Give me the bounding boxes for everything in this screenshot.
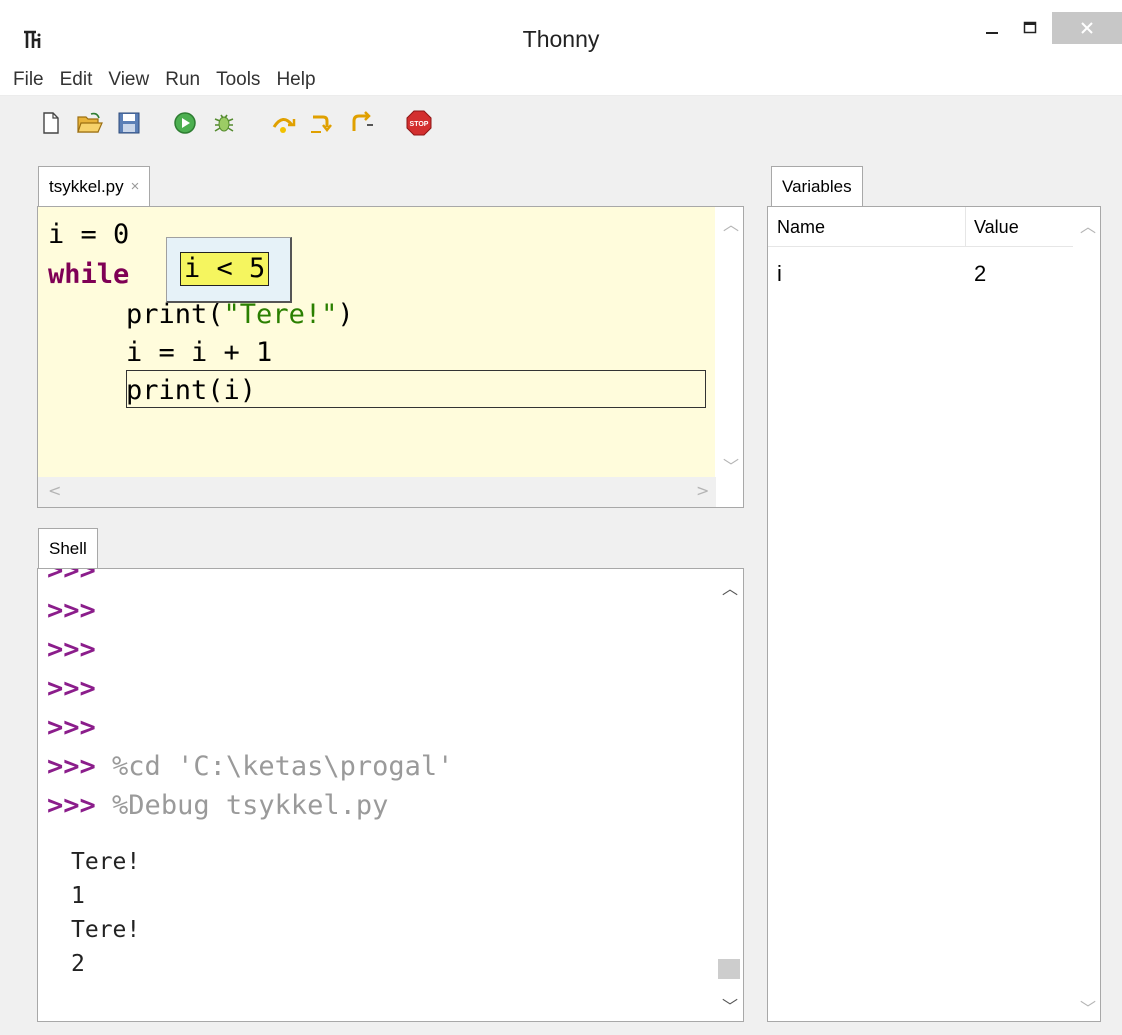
editor-horizontal-scrollbar[interactable]: < > xyxy=(38,477,716,507)
shell-prompt: >>> xyxy=(47,712,96,743)
shell-prompt: >>> xyxy=(47,673,96,704)
shell-panel[interactable]: >>> >>> >>> >>> >>> >>> %cd 'C:\ketas\pr… xyxy=(37,568,744,1022)
title-bar: Thonny xyxy=(0,12,1122,64)
open-folder-icon xyxy=(77,112,103,133)
stop-icon: STOP xyxy=(406,110,432,136)
variables-table-header: Name Value xyxy=(768,207,1073,247)
menu-file[interactable]: File xyxy=(0,69,52,91)
new-file-icon xyxy=(43,112,59,134)
column-separator[interactable] xyxy=(965,207,966,247)
code-line-3: print("Tere!") xyxy=(126,299,354,330)
new-file-button[interactable] xyxy=(38,110,64,136)
menu-help[interactable]: Help xyxy=(268,69,323,91)
shell-output: 1 xyxy=(71,883,85,909)
menu-tools[interactable]: Tools xyxy=(208,69,268,91)
shell-output: Tere! xyxy=(71,917,141,943)
run-button[interactable] xyxy=(172,110,198,136)
menu-view[interactable]: View xyxy=(100,69,157,91)
scroll-up-icon[interactable]: ︿ xyxy=(1080,213,1096,237)
tab-label: Variables xyxy=(782,176,852,196)
step-into-icon xyxy=(311,115,332,133)
column-header-value[interactable]: Value xyxy=(974,217,1019,238)
variables-panel: Name Value i 2 ︿ ﹀ xyxy=(767,206,1101,1022)
close-icon xyxy=(1081,22,1093,34)
tab-shell[interactable]: Shell xyxy=(38,528,98,568)
stop-label: STOP xyxy=(410,121,429,128)
debug-icon xyxy=(214,114,234,132)
scroll-right-icon[interactable]: > xyxy=(696,481,709,500)
shell-vertical-scrollbar[interactable]: ︿ ﹀ xyxy=(715,569,743,1021)
minimize-icon xyxy=(986,32,998,34)
expression-evaluation-box: i < 5 xyxy=(166,237,292,303)
shell-command-line: >>> %Debug tsykkel.py xyxy=(47,790,389,821)
thonny-window: Thonny File Edit View Run Tools Help STO… xyxy=(0,12,1122,1035)
step-over-icon xyxy=(272,118,296,133)
shell-command: %Debug tsykkel.py xyxy=(112,790,389,821)
variable-name: i xyxy=(777,261,782,286)
close-button[interactable] xyxy=(1052,12,1122,44)
evaluated-expression: i < 5 xyxy=(180,252,270,286)
menu-run[interactable]: Run xyxy=(157,69,208,91)
shell-scroll-thumb[interactable] xyxy=(718,959,740,979)
maximize-button[interactable] xyxy=(1013,12,1047,44)
run-icon xyxy=(174,112,196,134)
scroll-up-icon[interactable]: ︿ xyxy=(723,211,739,235)
scroll-up-icon[interactable]: ︿ xyxy=(722,575,738,599)
table-row[interactable]: i 2 xyxy=(768,257,1073,293)
tab-tsykkel-py[interactable]: tsykkel.py × xyxy=(38,166,151,206)
shell-output: Tere! xyxy=(71,849,141,875)
step-over-button[interactable] xyxy=(270,110,296,136)
keyword-while: while xyxy=(48,259,130,290)
menu-edit[interactable]: Edit xyxy=(52,69,101,91)
tab-label: tsykkel.py xyxy=(49,176,124,196)
string-literal: "Tere!" xyxy=(223,299,338,330)
debug-button[interactable] xyxy=(211,110,237,136)
shell-prompt: >>> xyxy=(47,634,96,665)
step-out-button[interactable] xyxy=(348,110,374,136)
code-editor[interactable]: i = 0 while print("Tere!") i = i + 1 pri… xyxy=(37,206,744,508)
save-icon xyxy=(118,112,140,134)
scroll-down-icon[interactable]: ﹀ xyxy=(722,993,738,1017)
variables-vertical-scrollbar[interactable]: ︿ ﹀ xyxy=(1072,207,1100,1021)
code-line-1: i = 0 xyxy=(48,219,130,250)
stop-button[interactable]: STOP xyxy=(406,110,432,136)
code-area[interactable]: i = 0 while print("Tere!") i = i + 1 pri… xyxy=(38,207,716,478)
step-out-icon xyxy=(352,111,373,131)
shell-prompt: >>> xyxy=(47,595,96,626)
shell-output: 2 xyxy=(71,951,85,977)
tab-variables[interactable]: Variables xyxy=(771,166,863,206)
scroll-left-icon[interactable]: < xyxy=(48,481,61,500)
step-into-button[interactable] xyxy=(309,110,335,136)
shell-command-line: >>> %cd 'C:\ketas\progal' xyxy=(47,751,454,782)
minimize-button[interactable] xyxy=(975,12,1009,44)
toolbar: STOP xyxy=(0,102,1122,146)
shell-prompt: >>> xyxy=(47,568,96,586)
menu-bar: File Edit View Run Tools Help xyxy=(0,64,1122,96)
tab-close-icon[interactable]: × xyxy=(131,178,140,195)
scroll-down-icon[interactable]: ﹀ xyxy=(723,453,739,477)
scroll-down-icon[interactable]: ﹀ xyxy=(1080,995,1096,1019)
maximize-icon xyxy=(1023,21,1037,34)
column-header-name[interactable]: Name xyxy=(777,217,825,238)
save-button[interactable] xyxy=(116,110,142,136)
code-line-2: while xyxy=(48,259,129,290)
open-file-button[interactable] xyxy=(77,110,103,136)
variable-value: 2 xyxy=(974,261,987,286)
editor-vertical-scrollbar[interactable]: ︿ ﹀ xyxy=(715,207,743,478)
tab-label: Shell xyxy=(49,538,87,558)
code-line-4: i = i + 1 xyxy=(126,337,273,368)
current-statement-highlight xyxy=(126,370,706,408)
shell-command: %cd 'C:\ketas\progal' xyxy=(112,751,454,782)
window-title: Thonny xyxy=(522,26,600,52)
